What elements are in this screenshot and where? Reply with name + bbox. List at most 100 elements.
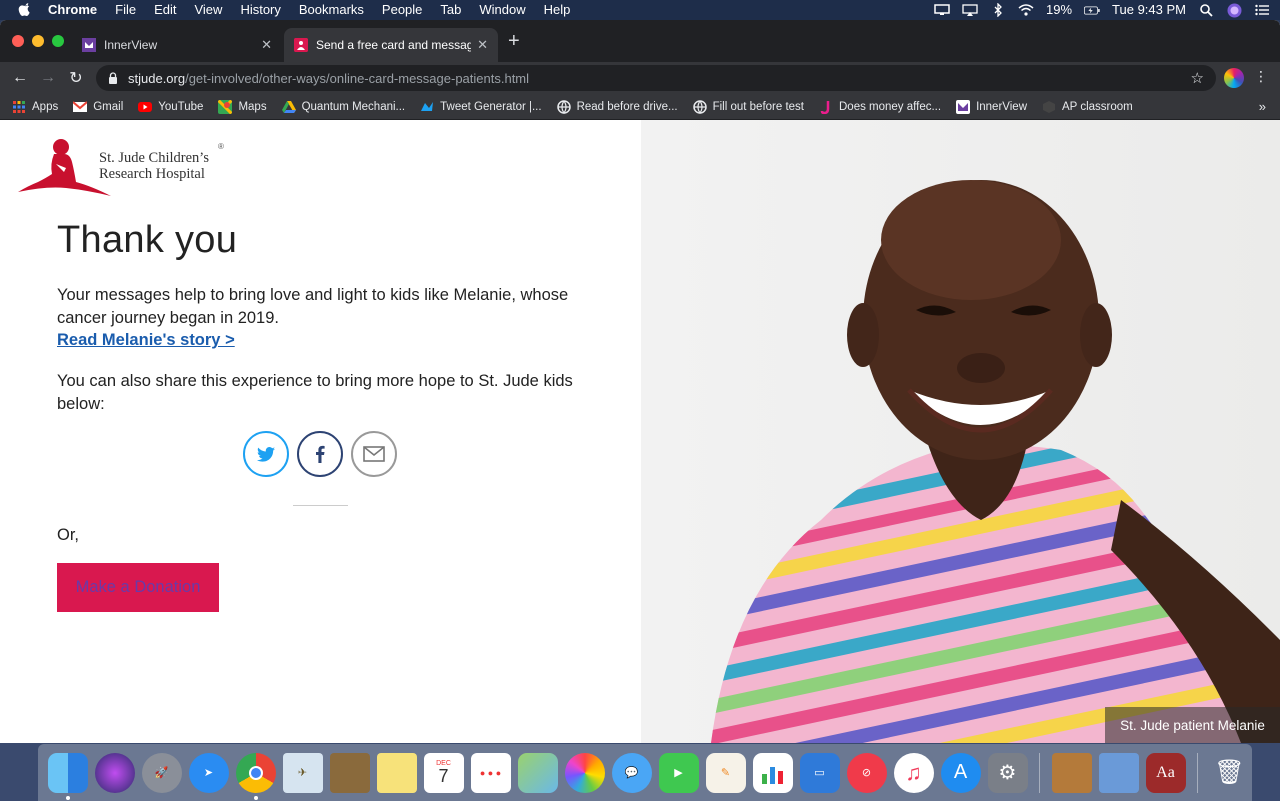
bookmark-innerview[interactable]: InnerView	[956, 99, 1027, 114]
macos-dock: 🚀 ➤ ✈ DEC 7 ● ● ● 💬 ▶ ✎ ▭ ⊘ ♫ A ⚙ Aa 🗑	[38, 744, 1252, 801]
bookmark-read-before[interactable]: Read before drive...	[556, 99, 678, 114]
patient-photo-illustration	[711, 180, 1280, 743]
safari-icon[interactable]: ➤	[188, 752, 229, 793]
tab-close-icon[interactable]: ✕	[477, 37, 488, 53]
bookmark-quantum[interactable]: Quantum Mechani...	[281, 100, 405, 114]
siri-menu-icon[interactable]	[1226, 3, 1242, 17]
mail-icon[interactable]: ✈	[282, 752, 323, 793]
dictionary-icon[interactable]: Aa	[1145, 752, 1186, 793]
messages-icon[interactable]: 💬	[611, 752, 652, 793]
dock-separator	[1197, 752, 1198, 793]
tab-close-icon[interactable]: ✕	[261, 37, 272, 53]
facebook-share-button[interactable]	[297, 431, 343, 477]
menu-view[interactable]: View	[194, 0, 222, 20]
notification-center-icon[interactable]	[1254, 3, 1270, 17]
apple-icon[interactable]	[18, 3, 32, 17]
menu-file[interactable]: File	[115, 0, 136, 20]
calendar-icon[interactable]: DEC 7	[423, 752, 464, 793]
bookmark-does-money[interactable]: Does money affec...	[819, 100, 941, 114]
registered-mark: ®	[218, 142, 224, 151]
bookmarks-overflow-icon[interactable]: »	[1259, 99, 1266, 114]
bookmark-tweet-generator[interactable]: Tweet Generator |...	[420, 100, 542, 114]
bookmark-ap-classroom[interactable]: AP classroom	[1042, 100, 1133, 114]
reload-icon[interactable]: ↻	[62, 64, 90, 92]
launchpad-icon[interactable]: 🚀	[141, 752, 182, 793]
logo-wordmark: St. Jude Children’s Research Hospital	[99, 150, 209, 182]
menu-help[interactable]: Help	[544, 0, 571, 20]
maps-icon[interactable]	[517, 752, 558, 793]
read-story-link[interactable]: Read Melanie's story >	[57, 331, 235, 350]
bookmark-apps[interactable]: Apps	[12, 100, 58, 114]
bookmark-gmail[interactable]: Gmail	[73, 100, 123, 114]
back-arrow-icon[interactable]: ←	[6, 64, 34, 92]
menu-window[interactable]: Window	[479, 0, 525, 20]
address-bar[interactable]: stjude.org/get-involved/other-ways/onlin…	[96, 65, 1216, 91]
notefile-icon[interactable]	[329, 752, 370, 793]
calculator-icon[interactable]	[1051, 752, 1092, 793]
system-preferences-icon[interactable]: ⚙	[987, 752, 1028, 793]
patient-photo: St. Jude patient Melanie	[641, 120, 1280, 743]
chrome-menu-icon[interactable]: ⋮	[1254, 68, 1268, 85]
music-icon[interactable]: ♫	[893, 752, 934, 793]
menu-edit[interactable]: Edit	[154, 0, 176, 20]
reminders-icon[interactable]: ● ● ●	[470, 752, 511, 793]
youtube-icon	[138, 101, 153, 112]
dock-separator	[1039, 752, 1040, 793]
siri-icon[interactable]	[94, 752, 135, 793]
drive-icon	[281, 100, 296, 113]
tab-stjude[interactable]: Send a free card and message ✕	[284, 28, 498, 62]
appstore-icon[interactable]: A	[940, 752, 981, 793]
bookmark-star-icon[interactable]: ☆	[1191, 69, 1204, 87]
stjude-logo[interactable]: St. Jude Children’s Research Hospital ®	[16, 134, 236, 198]
globe-icon	[692, 99, 707, 114]
notes-icon[interactable]	[376, 752, 417, 793]
bookmark-label: AP classroom	[1062, 100, 1133, 113]
bookmark-fill-out[interactable]: Fill out before test	[692, 99, 804, 114]
tab-title: InnerView	[104, 38, 158, 52]
battery-icon[interactable]	[1084, 3, 1100, 17]
tab-innerview[interactable]: InnerView ✕	[72, 28, 282, 62]
new-tab-button[interactable]: +	[508, 30, 520, 53]
airplay-icon[interactable]	[962, 3, 978, 17]
menu-bookmarks[interactable]: Bookmarks	[299, 0, 364, 20]
email-share-button[interactable]	[351, 431, 397, 477]
photos-icon[interactable]	[564, 752, 605, 793]
bookmark-maps[interactable]: Maps	[218, 99, 267, 114]
menu-tab[interactable]: Tab	[440, 0, 461, 20]
twitter-share-button[interactable]	[243, 431, 289, 477]
bookmarks-bar: Apps Gmail YouTube Maps Quantum Mechani.…	[0, 94, 1280, 120]
profile-avatar[interactable]	[1224, 68, 1244, 88]
menu-history[interactable]: History	[240, 0, 280, 20]
numbers-icon[interactable]	[752, 752, 793, 793]
menu-app-name[interactable]: Chrome	[48, 0, 97, 20]
j-icon	[820, 100, 830, 114]
menubar-clock[interactable]: Tue 9:43 PM	[1112, 0, 1186, 20]
bird-icon	[421, 101, 434, 111]
facetime-icon[interactable]: ▶	[658, 752, 699, 793]
bluetooth-icon[interactable]	[990, 3, 1006, 17]
display-icon[interactable]	[934, 3, 950, 17]
globe-icon	[556, 99, 571, 114]
chrome-icon[interactable]	[235, 752, 276, 800]
news-icon[interactable]: ⊘	[846, 752, 887, 793]
forward-arrow-icon[interactable]: →	[34, 64, 62, 92]
spotlight-search-icon[interactable]	[1198, 3, 1214, 17]
close-window-button[interactable]	[12, 35, 24, 47]
twitter-icon	[257, 446, 275, 462]
stjude-favicon-icon	[294, 38, 308, 52]
bookmark-youtube[interactable]: YouTube	[138, 100, 203, 114]
tab-title: Send a free card and message	[316, 38, 472, 52]
preview-icon[interactable]	[1098, 752, 1139, 793]
pages-icon[interactable]: ✎	[705, 752, 746, 793]
wifi-icon[interactable]	[1018, 3, 1034, 17]
keynote-icon[interactable]: ▭	[799, 752, 840, 793]
logo-line-2: Research Hospital	[99, 166, 205, 182]
battery-percent[interactable]: 19%	[1046, 0, 1072, 20]
bookmark-label: InnerView	[976, 100, 1027, 113]
menu-people[interactable]: People	[382, 0, 422, 20]
zoom-window-button[interactable]	[52, 35, 64, 47]
minimize-window-button[interactable]	[32, 35, 44, 47]
trash-icon[interactable]: 🗑	[1210, 753, 1250, 793]
donate-button[interactable]: Make a Donation	[57, 563, 219, 612]
finder-icon[interactable]	[47, 752, 88, 800]
